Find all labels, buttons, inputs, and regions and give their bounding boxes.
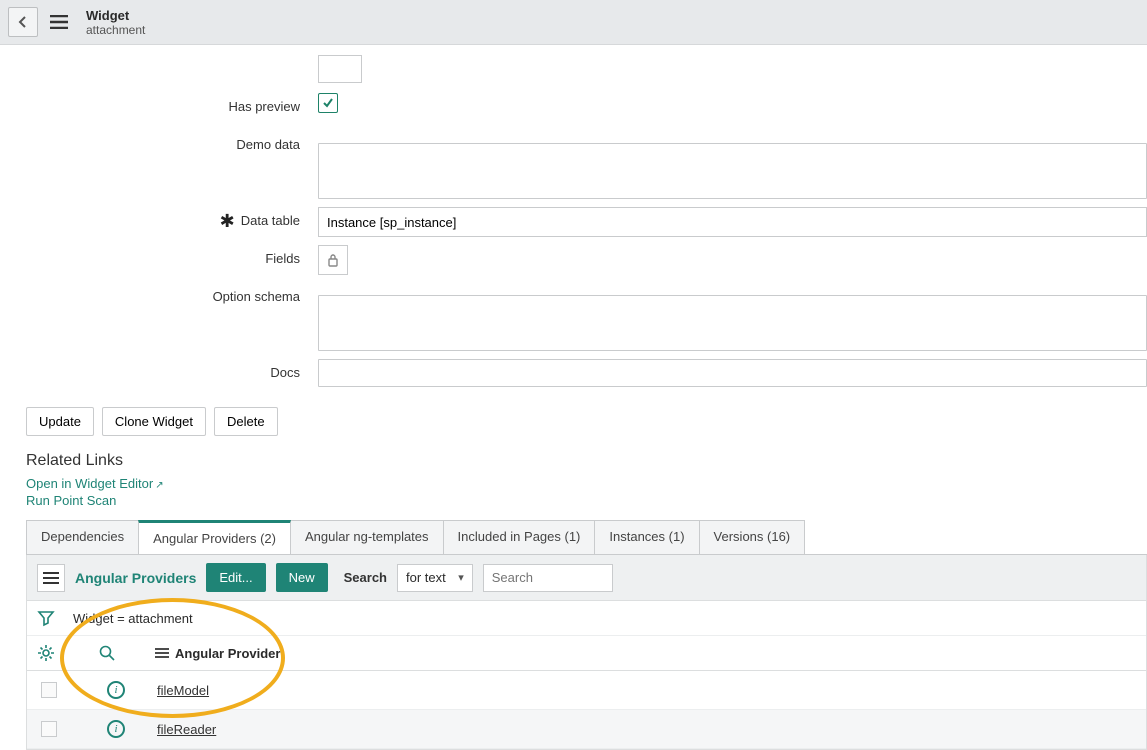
list-menu-icon[interactable] xyxy=(37,564,65,592)
label-has-preview: Has preview xyxy=(18,93,318,114)
tab-angular-ng-templates[interactable]: Angular ng-templates xyxy=(290,520,444,554)
label-data-table-text: Data table xyxy=(241,213,300,228)
related-list: Angular Providers Edit... New Search for… xyxy=(26,555,1147,750)
column-label: Angular Provider xyxy=(175,646,280,661)
column-angular-provider[interactable]: Angular Provider xyxy=(155,646,280,661)
open-widget-editor-text: Open in Widget Editor xyxy=(26,476,153,491)
row-checkbox[interactable] xyxy=(41,682,57,698)
tab-instances[interactable]: Instances (1) xyxy=(594,520,699,554)
open-widget-editor-link[interactable]: Open in Widget Editor↗ xyxy=(26,476,1147,491)
tab-versions[interactable]: Versions (16) xyxy=(699,520,806,554)
edit-button[interactable]: Edit... xyxy=(206,563,265,592)
label-data-table: ✱ Data table xyxy=(18,207,318,228)
search-label: Search xyxy=(344,570,387,585)
header-title-block: Widget attachment xyxy=(86,8,145,37)
breadcrumb-text[interactable]: Widget = attachment xyxy=(73,611,193,626)
list-header: Angular Providers Edit... New Search for… xyxy=(27,555,1146,601)
label-option-schema: Option schema xyxy=(18,283,318,304)
docs-textarea[interactable] xyxy=(318,359,1147,387)
form-header: Widget attachment xyxy=(0,0,1147,45)
search-icon[interactable] xyxy=(99,645,115,661)
search-input[interactable] xyxy=(483,564,613,592)
menu-icon[interactable] xyxy=(44,7,74,37)
tab-included-in-pages[interactable]: Included in Pages (1) xyxy=(443,520,596,554)
list-title: Angular Providers xyxy=(75,570,196,586)
tab-angular-providers[interactable]: Angular Providers (2) xyxy=(138,520,291,554)
form-buttons: Update Clone Widget Delete xyxy=(0,397,1147,446)
related-links-heading: Related Links xyxy=(26,452,1147,470)
delete-button[interactable]: Delete xyxy=(214,407,278,436)
label-docs: Docs xyxy=(18,359,318,380)
header-title: Widget xyxy=(86,8,145,23)
has-preview-checkbox[interactable] xyxy=(318,93,338,113)
label-fields: Fields xyxy=(18,245,318,266)
row-checkbox[interactable] xyxy=(41,721,57,737)
search-mode-select[interactable]: for text xyxy=(397,564,473,592)
info-icon[interactable]: i xyxy=(107,720,125,738)
row-link-filereader[interactable]: fileReader xyxy=(157,722,216,737)
label-demo-data: Demo data xyxy=(18,131,318,152)
run-point-scan-link[interactable]: Run Point Scan xyxy=(26,493,1147,508)
table-row: i fileReader xyxy=(27,710,1146,749)
header-subtitle: attachment xyxy=(86,23,145,37)
external-link-icon: ↗ xyxy=(155,480,163,491)
demo-data-textarea[interactable] xyxy=(318,143,1147,199)
table-row: i fileModel xyxy=(27,671,1146,710)
back-button[interactable] xyxy=(8,7,38,37)
filter-icon[interactable] xyxy=(37,609,55,627)
search-mode-value: for text xyxy=(406,570,446,585)
list-breadcrumb-row: Widget = attachment xyxy=(27,601,1146,636)
new-button[interactable]: New xyxy=(276,563,328,592)
label-blank xyxy=(18,55,318,61)
small-field[interactable] xyxy=(318,55,362,83)
required-icon: ✱ xyxy=(220,215,235,227)
fields-lock-button[interactable] xyxy=(318,245,348,275)
hamburger-icon xyxy=(155,648,169,658)
info-icon[interactable]: i xyxy=(107,681,125,699)
tab-dependencies[interactable]: Dependencies xyxy=(26,520,139,554)
gear-icon[interactable] xyxy=(37,644,55,662)
clone-widget-button[interactable]: Clone Widget xyxy=(102,407,206,436)
option-schema-textarea[interactable] xyxy=(318,295,1147,351)
update-button[interactable]: Update xyxy=(26,407,94,436)
row-link-filemodel[interactable]: fileModel xyxy=(157,683,209,698)
data-table-input[interactable] xyxy=(318,207,1147,237)
related-links: Related Links Open in Widget Editor↗ Run… xyxy=(0,446,1147,520)
form-body: Has preview Demo data ✱ Data table F xyxy=(0,45,1147,389)
list-column-header: Angular Provider xyxy=(27,636,1146,671)
related-list-tabs: Dependencies Angular Providers (2) Angul… xyxy=(26,520,1147,555)
